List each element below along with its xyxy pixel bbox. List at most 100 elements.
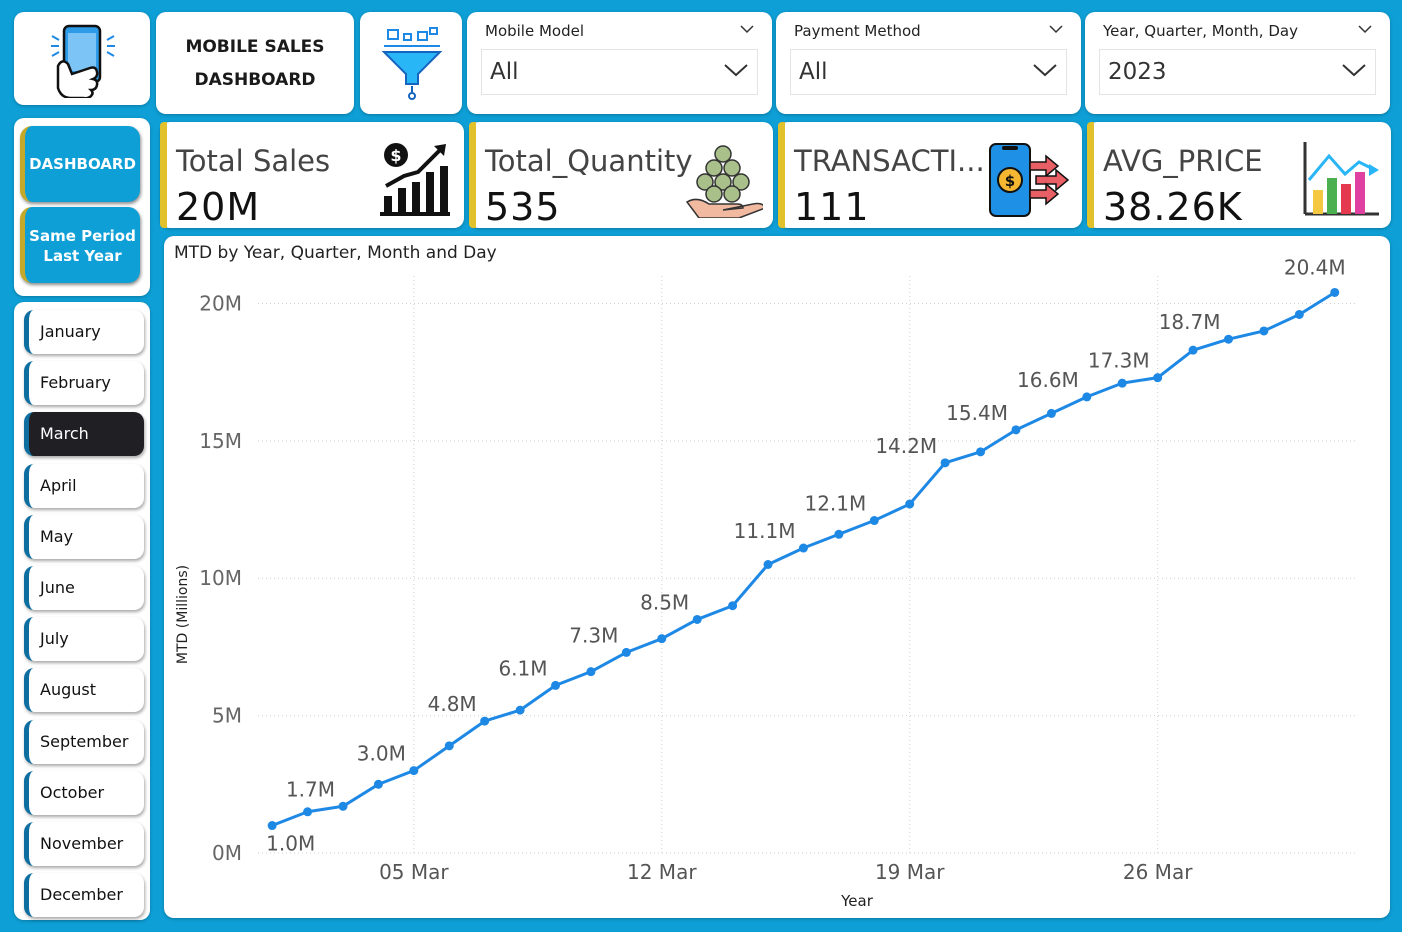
mobile-model-dropdown[interactable]: All xyxy=(481,49,758,95)
month-label: September xyxy=(40,731,129,751)
data-point xyxy=(586,667,596,677)
data-point xyxy=(869,516,879,526)
mobile-model-value: All xyxy=(490,59,519,85)
month-button-april[interactable]: April xyxy=(24,463,144,508)
month-button-january[interactable]: January xyxy=(24,310,144,354)
kpi-accent-bar xyxy=(1087,122,1094,228)
data-point xyxy=(409,766,419,776)
month-button-march[interactable]: March xyxy=(24,412,144,457)
chevron-down-icon xyxy=(1342,64,1366,77)
bar-chart-trend-icon xyxy=(1303,142,1379,216)
x-tick-label: 26 Mar xyxy=(1123,860,1193,884)
month-label: April xyxy=(40,475,77,495)
x-tick-label: 05 Mar xyxy=(379,860,449,884)
data-point xyxy=(373,779,383,789)
month-label: August xyxy=(40,680,96,700)
chevron-down-icon xyxy=(724,64,748,77)
phone-hand-icon xyxy=(51,24,115,98)
data-point xyxy=(657,634,667,644)
kpi-total-quantity: Total_Quantity 535 xyxy=(469,122,773,229)
month-button-august[interactable]: August xyxy=(24,668,144,713)
data-point xyxy=(834,529,844,539)
dashboard-title-line1: MOBILE SALES xyxy=(185,37,325,57)
kpi-transactions-label: TRANSACTI... xyxy=(794,144,985,178)
x-axis-label: Year xyxy=(840,892,874,910)
kpi-accent-bar xyxy=(469,122,476,228)
month-button-june[interactable]: June xyxy=(24,566,144,610)
data-point xyxy=(303,807,313,817)
mobile-model-label: Mobile Model xyxy=(485,22,585,40)
month-button-october[interactable]: October xyxy=(24,770,144,815)
month-label: January xyxy=(40,322,101,341)
data-point xyxy=(515,705,525,715)
payment-method-slicer[interactable]: Payment Method All xyxy=(776,12,1081,114)
date-hierarchy-dropdown[interactable]: 2023 xyxy=(1099,49,1376,95)
data-label: 20.4M xyxy=(1284,255,1346,279)
data-label: 7.3M xyxy=(569,623,618,647)
data-point xyxy=(267,821,277,831)
data-point xyxy=(728,601,738,611)
data-point xyxy=(1188,345,1198,355)
chevron-down-icon[interactable] xyxy=(1358,24,1372,34)
data-label: 11.1M xyxy=(734,519,796,543)
kpi-accent-bar xyxy=(778,122,785,228)
data-point xyxy=(1082,392,1092,402)
month-label: October xyxy=(40,782,105,802)
payment-method-label: Payment Method xyxy=(794,22,921,40)
mobile-model-slicer[interactable]: Mobile Model All xyxy=(467,12,772,114)
payment-method-dropdown[interactable]: All xyxy=(790,49,1067,95)
mtd-chart-card: MTD by Year, Quarter, Month and Day 0M 5M… xyxy=(164,236,1390,918)
month-button-july[interactable]: July xyxy=(24,617,144,662)
chevron-down-icon xyxy=(1033,64,1057,77)
month-button-february[interactable]: February xyxy=(24,361,144,406)
mtd-line-chart: 0M 5M 10M 15M 20M 05 Mar 12 Mar 19 Mar 26 Mar Yea… xyxy=(175,255,1356,910)
y-tick-label: 20M xyxy=(199,291,242,315)
date-hierarchy-slicer[interactable]: Year, Quarter, Month, Day 2023 xyxy=(1085,12,1390,114)
month-label: February xyxy=(40,373,111,393)
data-label: 8.5M xyxy=(640,590,689,614)
month-button-december[interactable]: December xyxy=(24,873,144,918)
same-period-label-line1: Same Period xyxy=(29,227,136,245)
data-point xyxy=(1294,309,1304,319)
kpi-accent-bar xyxy=(160,122,167,228)
y-tick-label: 0M xyxy=(212,841,242,865)
month-label: July xyxy=(40,629,69,649)
kpi-avg-price: AVG_PRICE 38.26K xyxy=(1087,122,1391,229)
data-point xyxy=(1223,334,1233,344)
data-point xyxy=(1259,326,1269,336)
data-label: 6.1M xyxy=(498,656,547,680)
kpi-total-sales: Total Sales 20M $ xyxy=(160,122,464,229)
data-label: 18.7M xyxy=(1159,310,1221,334)
data-label: 4.8M xyxy=(428,692,477,716)
phone-payment-transfer-icon: $ xyxy=(989,143,1070,217)
data-point xyxy=(940,458,950,468)
coins-stack-hand-icon xyxy=(685,145,763,218)
data-point xyxy=(1117,378,1127,388)
data-point xyxy=(338,801,348,811)
data-label: 17.3M xyxy=(1088,349,1150,373)
month-button-september[interactable]: September xyxy=(24,719,144,764)
data-label: 3.0M xyxy=(357,742,406,766)
chevron-down-icon[interactable] xyxy=(1049,24,1063,34)
month-label: November xyxy=(40,834,124,853)
dashboard-title-line2: DASHBOARD xyxy=(194,70,316,90)
funnel-filter-icon xyxy=(381,27,443,100)
month-label: March xyxy=(40,424,89,444)
dashboard-nav-button[interactable]: DASHBOARD xyxy=(20,126,140,202)
same-period-last-year-button[interactable]: Same Period Last Year xyxy=(20,207,140,283)
chevron-down-icon[interactable] xyxy=(740,24,754,34)
logo-card xyxy=(14,12,150,105)
data-point xyxy=(1011,425,1021,435)
dashboard-nav-label: DASHBOARD xyxy=(29,155,136,173)
kpi-avg-price-value: 38.26K xyxy=(1103,185,1243,229)
y-tick-label: 15M xyxy=(199,429,242,453)
kpi-total-quantity-label: Total_Quantity xyxy=(485,144,693,178)
data-point xyxy=(480,716,490,726)
data-point xyxy=(621,647,631,657)
filter-button[interactable] xyxy=(360,12,462,114)
sales-growth-chart-icon: $ xyxy=(380,143,450,216)
month-button-may[interactable]: May xyxy=(24,514,144,559)
svg-text:$: $ xyxy=(1005,172,1015,190)
svg-text:$: $ xyxy=(390,146,401,165)
month-button-november[interactable]: November xyxy=(24,822,144,866)
